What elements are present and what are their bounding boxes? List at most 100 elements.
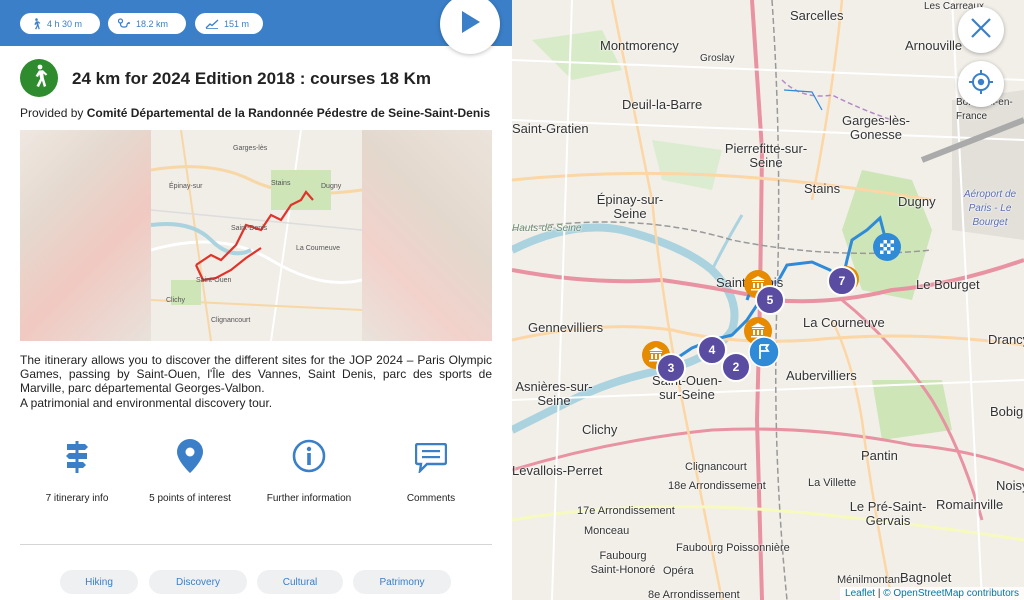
svg-text:Saint-Ouen: Saint-Ouen [196, 277, 232, 284]
map-label: 18e Arrondissement [668, 480, 766, 492]
trek-detail-panel: 4 h 30 m 18.2 km 151 m 24 km for 2024 Ed… [0, 0, 512, 600]
map-label: Le Pré-Saint-Gervais [849, 499, 927, 528]
route-thumbnail: Garges-lès Stains Dugny Épinay-sur Saint… [150, 130, 363, 341]
map-view[interactable]: Sarcelles Les Carreaux Montmorency Grosl… [512, 0, 1024, 600]
close-map-button[interactable] [958, 7, 1004, 53]
cluster-marker-2[interactable]: 2 [721, 352, 751, 382]
map-label: La Courneuve [803, 315, 885, 330]
cluster-count: 7 [838, 274, 846, 288]
svg-text:Épinay-sur: Épinay-sur [169, 181, 203, 190]
duration-value: 4 h 30 m [47, 18, 83, 29]
cluster-marker-3[interactable]: 3 [656, 353, 686, 383]
play-icon [458, 9, 482, 40]
comment-icon [414, 442, 448, 478]
elevation-pill: 151 m [195, 13, 263, 34]
map-label: 8e Arrondissement [648, 589, 740, 600]
points-of-interest-label: 5 points of interest [149, 493, 231, 504]
walker-icon [30, 17, 42, 30]
map-label: Deuil-la-Barre [622, 97, 703, 112]
svg-text:Clignancourt: Clignancourt [211, 317, 250, 324]
signpost-icon [65, 441, 89, 478]
map-label: Faubourg Poissonnière [676, 542, 790, 554]
elevation-value: 151 m [224, 18, 250, 29]
provider-line: Provided by Comité Départemental de la R… [20, 106, 490, 120]
provider-prefix: Provided by [20, 106, 84, 120]
map-label: Gennevilliers [528, 320, 604, 335]
tag-patrimony[interactable]: Patrimony [353, 570, 451, 594]
map-label: Groslay [700, 53, 735, 64]
svg-text:Garges-lès: Garges-lès [233, 145, 268, 152]
close-icon [969, 16, 993, 45]
map-label: Faubourg Saint-Honoré [590, 550, 656, 576]
cluster-count: 5 [766, 293, 774, 307]
leaflet-link[interactable]: Leaflet [845, 588, 875, 599]
trek-preview-image[interactable]: Garges-lès Stains Dugny Épinay-sur Saint… [20, 130, 492, 341]
map-label: Clichy [582, 422, 618, 437]
trek-summary-bar: 4 h 30 m 18.2 km 151 m [0, 0, 512, 46]
cluster-marker-7[interactable]: 7 [827, 266, 857, 296]
map-label: Monceau [584, 525, 630, 537]
map-label: Drancy [988, 332, 1024, 347]
svg-text:La Courneuve: La Courneuve [296, 245, 340, 252]
trek-title: 24 km for 2024 Edition 2018 : courses 18… [72, 69, 432, 88]
map-label: Aéroport de Paris - Le Bourget [963, 189, 1017, 228]
locate-me-button[interactable] [958, 61, 1004, 107]
attribution-separator: | [877, 588, 881, 599]
tag-discovery[interactable]: Discovery [149, 570, 247, 594]
itinerary-info-button[interactable]: 7 itinerary info [17, 440, 137, 504]
map-label: Opéra [663, 565, 694, 577]
map-label: Ménilmontant [837, 574, 904, 586]
map-label: Noisy [996, 478, 1024, 493]
section-divider [20, 544, 492, 545]
cluster-marker-5[interactable]: 5 [755, 285, 785, 315]
map-label: Arnouville [905, 38, 963, 53]
activity-badge [20, 59, 58, 97]
map-label: 17e Arrondissement [577, 505, 675, 517]
map-label: Stains [804, 181, 841, 196]
map-label: Asnières-sur-Seine [515, 379, 593, 408]
description-paragraph-1: The itinerary allows you to discover the… [20, 353, 492, 396]
tag-hiking[interactable]: Hiking [60, 570, 138, 594]
cluster-count: 3 [667, 361, 675, 375]
map-label: Le Bourget [916, 277, 980, 292]
map-label: Hauts-de-Seine [512, 223, 582, 234]
map-label: Clignancourt [685, 461, 747, 473]
map-attribution: Leaflet | © OpenStreetMap contributors [840, 587, 1024, 600]
svg-text:Stains: Stains [271, 180, 291, 187]
map-label: Bagnolet [900, 570, 952, 585]
description-paragraph-2: A patrimonial and environmental discover… [20, 395, 273, 410]
map-label: La Villette [808, 477, 857, 489]
hiker-icon [28, 64, 50, 93]
duration-pill: 4 h 30 m [20, 13, 100, 34]
further-information-button[interactable]: Further information [249, 439, 369, 504]
cluster-count: 4 [708, 343, 716, 357]
distance-pill: 18.2 km [108, 13, 186, 34]
map-label: Aubervilliers [786, 368, 857, 383]
route-icon [118, 18, 131, 29]
distance-value: 18.2 km [136, 18, 169, 29]
itinerary-info-label: 7 itinerary info [45, 493, 109, 504]
trek-description: The itinerary allows you to discover the… [20, 353, 492, 410]
crosshair-icon [968, 69, 994, 100]
further-information-label: Further information [266, 493, 352, 504]
map-label: Levallois-Perret [512, 463, 603, 478]
osm-link[interactable]: © OpenStreetMap contributors [883, 588, 1019, 599]
elevation-icon [205, 19, 219, 29]
map-label: Dugny [898, 194, 936, 209]
map-label: Saint-Gratien [512, 121, 589, 136]
map-pin-icon [177, 439, 203, 478]
map-label: Garges-lès-Gonesse [842, 113, 910, 142]
map-label: Pierrefitte-sur-Seine [724, 141, 808, 170]
comments-button[interactable]: Comments [371, 440, 491, 504]
map-label: Montmorency [600, 38, 679, 53]
map-label: Romainville [936, 497, 1004, 512]
map-label: Pantin [861, 448, 898, 463]
map-label: Sarcelles [790, 8, 844, 23]
info-icon [292, 439, 326, 478]
points-of-interest-button[interactable]: 5 points of interest [130, 439, 250, 504]
provider-name: Comité Départemental de la Randonnée Péd… [86, 106, 491, 120]
map-label: Épinay-sur-Seine [596, 192, 664, 221]
svg-text:Clichy: Clichy [166, 297, 186, 304]
comments-label: Comments [406, 493, 456, 504]
tag-cultural[interactable]: Cultural [257, 570, 343, 594]
